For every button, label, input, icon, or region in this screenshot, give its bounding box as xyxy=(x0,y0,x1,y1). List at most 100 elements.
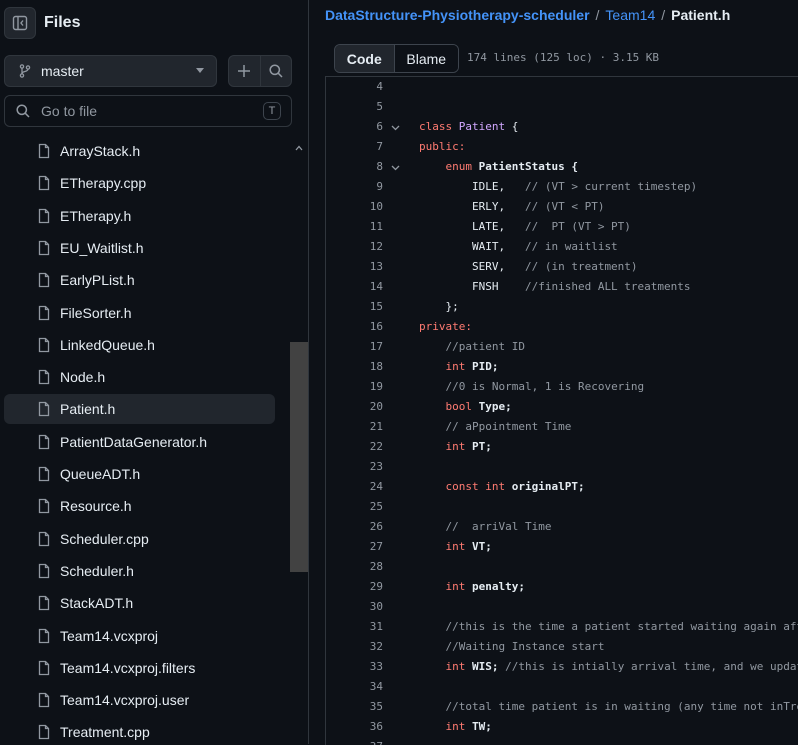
line-number[interactable]: 6 xyxy=(326,117,383,137)
line-number[interactable]: 4 xyxy=(326,77,383,97)
chevron-down-icon[interactable] xyxy=(391,163,400,172)
file-tree-item[interactable]: ETherapy.h xyxy=(4,201,275,231)
collapse-sidebar-button[interactable] xyxy=(4,7,36,39)
line-number[interactable]: 7 xyxy=(326,137,383,157)
code-viewer[interactable]: 456class Patient {7public:8 enum Patient… xyxy=(325,76,798,745)
file-tree-item[interactable]: StackADT.h xyxy=(4,588,275,618)
file-tree-item[interactable]: Patient.h xyxy=(4,394,275,424)
code-token xyxy=(419,520,446,533)
line-number[interactable]: 11 xyxy=(326,217,383,237)
line-number[interactable]: 18 xyxy=(326,357,383,377)
file-tree-scrollbar[interactable] xyxy=(290,140,308,744)
line-source: LATE, // PT (VT > PT) xyxy=(419,217,631,237)
line-number[interactable]: 19 xyxy=(326,377,383,397)
file-name: QueueADT.h xyxy=(60,466,140,482)
code-line: 8 enum PatientStatus { xyxy=(326,157,798,177)
code-line: 10 ERLY, // (VT < PT) xyxy=(326,197,798,217)
code-token xyxy=(419,700,446,713)
line-number[interactable]: 30 xyxy=(326,597,383,617)
scrollbar-thumb[interactable] xyxy=(290,342,308,572)
file-name: LinkedQueue.h xyxy=(60,337,155,353)
line-number[interactable]: 23 xyxy=(326,457,383,477)
code-token: }; xyxy=(419,300,459,313)
file-tree-item[interactable]: QueueADT.h xyxy=(4,459,275,489)
line-number[interactable]: 5 xyxy=(326,97,383,117)
line-number[interactable]: 36 xyxy=(326,717,383,737)
line-source: int PT; xyxy=(419,437,492,457)
code-line: 19 //0 is Normal, 1 is Recovering xyxy=(326,377,798,397)
line-number[interactable]: 26 xyxy=(326,517,383,537)
file-tree-item[interactable]: PatientDataGenerator.h xyxy=(4,427,275,457)
file-tree-item[interactable]: Team14.vcxproj xyxy=(4,621,275,651)
chevron-up-icon[interactable] xyxy=(295,144,303,152)
line-number[interactable]: 9 xyxy=(326,177,383,197)
file-tree-item[interactable]: Team14.vcxproj.filters xyxy=(4,653,275,683)
file-tree-item[interactable]: ArrayStack.h xyxy=(4,140,275,166)
code-token: //finished ALL treatments xyxy=(525,280,691,293)
line-source: //Waiting Instance start xyxy=(419,637,604,657)
file-actions-group xyxy=(228,55,292,87)
code-token: Patient xyxy=(459,120,505,133)
file-tree-item[interactable]: ETherapy.cpp xyxy=(4,168,275,198)
code-view-button[interactable]: Code xyxy=(335,45,395,72)
file-tree-item[interactable]: Node.h xyxy=(4,362,275,392)
breadcrumb-separator: / xyxy=(596,7,600,23)
line-number[interactable]: 24 xyxy=(326,477,383,497)
file-tree-item[interactable]: Treatment.cpp xyxy=(4,717,275,744)
line-number[interactable]: 35 xyxy=(326,697,383,717)
line-number[interactable]: 14 xyxy=(326,277,383,297)
line-number[interactable]: 17 xyxy=(326,337,383,357)
code-token: int xyxy=(446,540,473,553)
line-number[interactable]: 28 xyxy=(326,557,383,577)
branch-selector-button[interactable]: master xyxy=(4,55,217,87)
file-tree-item[interactable]: EarlyPList.h xyxy=(4,265,275,295)
line-number[interactable]: 29 xyxy=(326,577,383,597)
line-number[interactable]: 33 xyxy=(326,657,383,677)
chevron-down-icon[interactable] xyxy=(391,123,400,132)
go-to-file-field[interactable]: T xyxy=(4,95,292,127)
file-tree-item[interactable]: Scheduler.h xyxy=(4,556,275,586)
line-number[interactable]: 15 xyxy=(326,297,383,317)
code-line: 18 int PID; xyxy=(326,357,798,377)
line-number[interactable]: 25 xyxy=(326,497,383,517)
file-tree-item[interactable]: EU_Waitlist.h xyxy=(4,233,275,263)
line-number[interactable]: 31 xyxy=(326,617,383,637)
code-line: 14 FNSH //finished ALL treatments xyxy=(326,277,798,297)
breadcrumb-folder-link[interactable]: Team14 xyxy=(605,7,655,23)
file-icon xyxy=(36,272,52,288)
file-tree-item[interactable]: LinkedQueue.h xyxy=(4,330,275,360)
line-number[interactable]: 12 xyxy=(326,237,383,257)
code-token xyxy=(419,380,446,393)
line-number[interactable]: 8 xyxy=(326,157,383,177)
file-name: PatientDataGenerator.h xyxy=(60,434,207,450)
search-code-button[interactable] xyxy=(260,56,292,86)
file-icon xyxy=(36,434,52,450)
code-token: int xyxy=(446,360,473,373)
line-number[interactable]: 34 xyxy=(326,677,383,697)
code-token: PatientStatus { xyxy=(479,160,578,173)
line-number[interactable]: 27 xyxy=(326,537,383,557)
sidebar-title: Files xyxy=(44,14,80,32)
code-token: // PT (VT > PT) xyxy=(525,220,631,233)
line-number[interactable]: 21 xyxy=(326,417,383,437)
line-number[interactable]: 16 xyxy=(326,317,383,337)
line-number[interactable]: 32 xyxy=(326,637,383,657)
breadcrumb-repo-link[interactable]: DataStructure-Physiotherapy-scheduler xyxy=(325,7,590,23)
line-number[interactable]: 22 xyxy=(326,437,383,457)
code-token: // (VT > current timestep) xyxy=(525,180,697,193)
line-source: // aPpointment Time xyxy=(419,417,571,437)
code-token: WIS; xyxy=(472,660,505,673)
line-number[interactable]: 13 xyxy=(326,257,383,277)
line-source: public: xyxy=(419,137,465,157)
file-tree-item[interactable]: FileSorter.h xyxy=(4,298,275,328)
file-tree-item[interactable]: Team14.vcxproj.user xyxy=(4,685,275,715)
go-to-file-input[interactable] xyxy=(39,102,253,120)
file-tree-item[interactable]: Scheduler.cpp xyxy=(4,524,275,554)
file-tree-item[interactable]: Resource.h xyxy=(4,491,275,521)
add-file-button[interactable] xyxy=(229,56,260,86)
blame-view-button[interactable]: Blame xyxy=(395,45,458,72)
line-number[interactable]: 20 xyxy=(326,397,383,417)
code-token: private: xyxy=(419,320,472,333)
line-source: //0 is Normal, 1 is Recovering xyxy=(419,377,644,397)
line-number[interactable]: 10 xyxy=(326,197,383,217)
